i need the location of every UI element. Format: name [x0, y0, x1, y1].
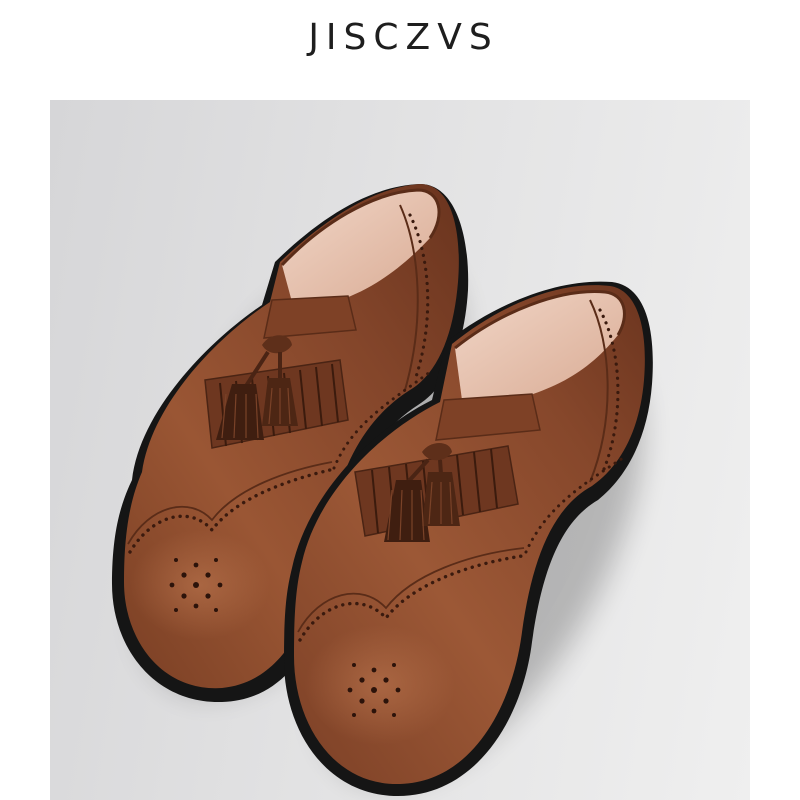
right-shoe-toe-highlight — [305, 625, 455, 745]
shoes-photo — [112, 184, 653, 796]
product-image: JISCZVS — [0, 0, 800, 800]
left-shoe-vamp-strap — [263, 295, 357, 339]
left-shoe-toe-highlight — [130, 530, 270, 640]
